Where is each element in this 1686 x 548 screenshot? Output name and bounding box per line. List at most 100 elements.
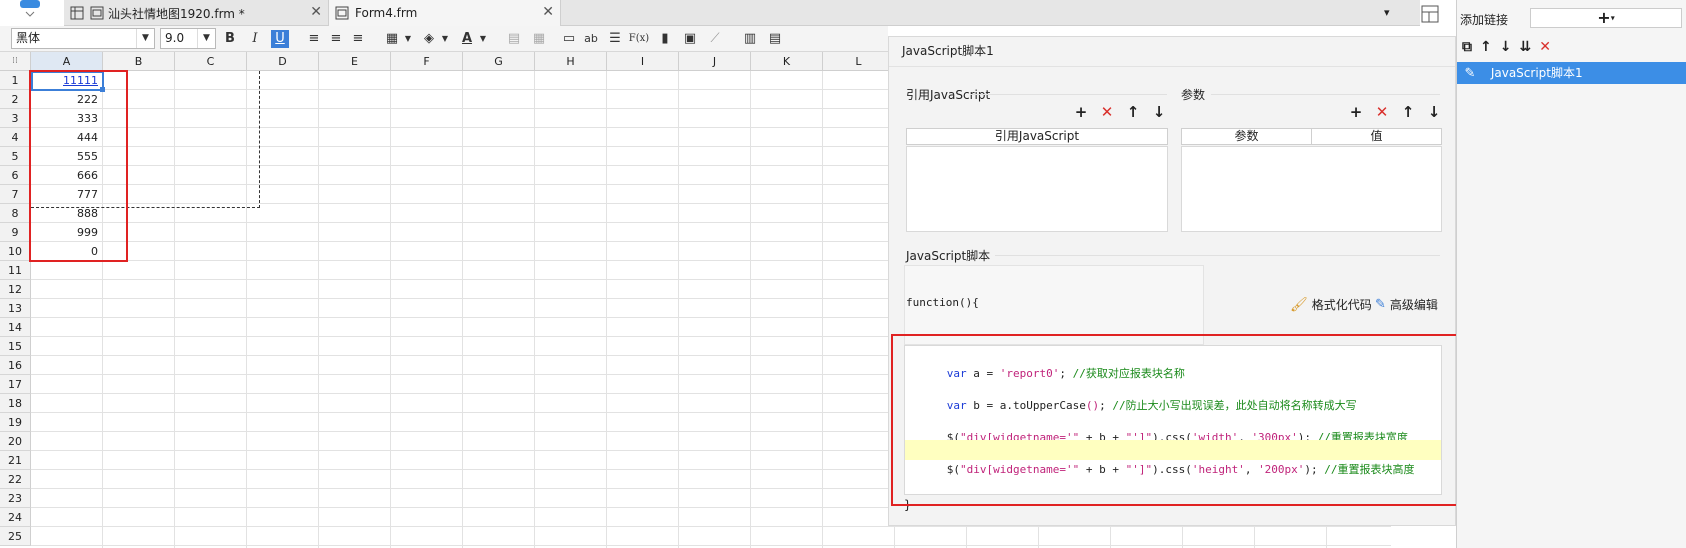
column-header[interactable]: B bbox=[103, 52, 175, 71]
image-icon[interactable]: ▣ bbox=[681, 30, 699, 48]
row-header[interactable]: 15 bbox=[0, 337, 31, 356]
chart-icon[interactable]: ▮ bbox=[656, 30, 674, 48]
row-header[interactable]: 13 bbox=[0, 299, 31, 318]
chevron-down-icon[interactable]: ▼ bbox=[436, 30, 454, 48]
row-header[interactable]: 8 bbox=[0, 204, 31, 223]
arrow-down-icon[interactable]: ↓ bbox=[1426, 103, 1442, 121]
brush-icon: 🖌 bbox=[1290, 296, 1308, 313]
row-header[interactable]: 7 bbox=[0, 185, 31, 204]
ref-js-column-header[interactable]: 引用JavaScript bbox=[906, 128, 1168, 145]
row-header[interactable]: 12 bbox=[0, 280, 31, 299]
format-toolbar: 黑体 ▼ 9.0 ▼ B I U ≡ ≡ ≡ ▦ ▼ ◈ ▼ A ▼ ▤ ▦ ▭ a… bbox=[0, 26, 888, 52]
arrow-up-icon[interactable]: ↑ bbox=[1400, 103, 1416, 121]
merge-cells-icon[interactable]: ▤ bbox=[505, 30, 523, 48]
report-block-boundary bbox=[259, 71, 260, 208]
formula-button[interactable]: F(x) bbox=[628, 30, 650, 48]
row-header[interactable]: 24 bbox=[0, 508, 31, 527]
advanced-edit-button[interactable]: ✎ 高级编辑 bbox=[1375, 296, 1438, 313]
add-link-button[interactable]: +▾ bbox=[1530, 8, 1682, 28]
row-header[interactable]: 18 bbox=[0, 394, 31, 413]
row-header[interactable]: 22 bbox=[0, 470, 31, 489]
align-center-icon[interactable]: ≡ bbox=[327, 30, 345, 48]
arrow-up-icon[interactable]: ↑ bbox=[1480, 39, 1492, 55]
italic-button[interactable]: I bbox=[246, 30, 264, 48]
align-left-icon[interactable]: ≡ bbox=[305, 30, 323, 48]
form-icon bbox=[90, 6, 104, 20]
row-header[interactable]: 9 bbox=[0, 223, 31, 242]
ref-js-actions: + ✕ ↑ ↓ bbox=[1073, 103, 1167, 121]
tab-overflow-icon[interactable]: ▾ bbox=[1384, 6, 1390, 19]
layout-icon[interactable] bbox=[1420, 4, 1440, 24]
ref-js-list[interactable] bbox=[906, 146, 1168, 232]
move-bottom-icon[interactable]: ⇊ bbox=[1519, 39, 1531, 55]
designer-window: 汕头社情地图1920.frm * ✕ Form4.frm ✕ ▾ 黑体 ▼ 9.0… bbox=[0, 0, 1686, 548]
add-link-label: 添加链接 bbox=[1460, 13, 1509, 27]
delete-icon[interactable]: ✕ bbox=[1539, 39, 1551, 55]
close-icon[interactable]: ✕ bbox=[542, 4, 554, 20]
copy-icon[interactable]: ⧉ bbox=[1462, 39, 1472, 55]
tab-shantou-map[interactable]: 汕头社情地图1920.frm * ✕ bbox=[64, 0, 329, 26]
row-header[interactable]: 20 bbox=[0, 432, 31, 451]
annotation-rect bbox=[29, 70, 128, 262]
slash-icon[interactable]: ⟋ bbox=[706, 30, 724, 48]
list-icon[interactable]: ▤ bbox=[766, 30, 784, 48]
arrow-down-icon[interactable]: ↓ bbox=[1500, 39, 1512, 55]
font-family-select[interactable]: 黑体 ▼ bbox=[11, 28, 155, 49]
row-header[interactable]: 6 bbox=[0, 166, 31, 185]
text-ab-button[interactable]: ab bbox=[582, 30, 600, 48]
column-header[interactable]: F bbox=[391, 52, 463, 71]
row-header[interactable]: 1 bbox=[0, 71, 31, 90]
row-header[interactable]: 3 bbox=[0, 109, 31, 128]
column-header[interactable]: K bbox=[751, 52, 823, 71]
row-header[interactable]: 2 bbox=[0, 90, 31, 109]
column-header[interactable]: L bbox=[823, 52, 895, 71]
column-header[interactable]: H bbox=[535, 52, 607, 71]
column-header[interactable]: C bbox=[175, 52, 247, 71]
add-icon[interactable]: + bbox=[1073, 103, 1089, 121]
js-script-section-label: JavaScript脚本 bbox=[906, 249, 991, 263]
row-header[interactable]: 4 bbox=[0, 128, 31, 147]
column-header[interactable]: D bbox=[247, 52, 319, 71]
row-header[interactable]: 25 bbox=[0, 527, 31, 546]
row-header[interactable]: 21 bbox=[0, 451, 31, 470]
chevron-down-icon: ▼ bbox=[136, 29, 154, 48]
row-header[interactable]: 19 bbox=[0, 413, 31, 432]
delete-icon[interactable]: ✕ bbox=[1099, 103, 1115, 121]
column-header[interactable]: I bbox=[607, 52, 679, 71]
panel-icon[interactable]: ▥ bbox=[741, 30, 759, 48]
param-list[interactable] bbox=[1181, 146, 1442, 232]
align-right-icon[interactable]: ≡ bbox=[349, 30, 367, 48]
close-icon[interactable]: ✕ bbox=[310, 4, 322, 20]
column-header[interactable]: J bbox=[679, 52, 751, 71]
column-header[interactable]: E bbox=[319, 52, 391, 71]
row-header[interactable]: 17 bbox=[0, 375, 31, 394]
param-value-column-header[interactable]: 值 bbox=[1311, 128, 1442, 145]
row-header[interactable]: 14 bbox=[0, 318, 31, 337]
chevron-down-icon[interactable]: ▼ bbox=[474, 30, 492, 48]
paragraph-icon[interactable]: ☰ bbox=[606, 30, 624, 48]
corner-cell[interactable]: ⁞⁞ bbox=[0, 52, 31, 71]
format-code-button[interactable]: 🖌 格式化代码 bbox=[1290, 296, 1372, 313]
tab-bar: 汕头社情地图1920.frm * ✕ Form4.frm ✕ ▾ bbox=[64, 0, 1420, 26]
column-header[interactable]: G bbox=[463, 52, 535, 71]
split-cells-icon[interactable]: ▦ bbox=[530, 30, 548, 48]
arrow-up-icon[interactable]: ↑ bbox=[1125, 103, 1141, 121]
bold-button[interactable]: B bbox=[221, 30, 239, 48]
add-icon[interactable]: + bbox=[1348, 103, 1364, 121]
font-size-select[interactable]: 9.0 ▼ bbox=[160, 28, 216, 49]
delete-icon[interactable]: ✕ bbox=[1374, 103, 1390, 121]
link-list-item[interactable]: ✎ JavaScript脚本1 bbox=[1457, 62, 1686, 84]
param-name-column-header[interactable]: 参数 bbox=[1181, 128, 1312, 145]
textbox-icon[interactable]: ▭ bbox=[560, 30, 578, 48]
row-header[interactable]: 11 bbox=[0, 261, 31, 280]
underline-button[interactable]: U bbox=[271, 30, 289, 48]
chevron-down-icon[interactable]: ▼ bbox=[399, 30, 417, 48]
row-header[interactable]: 16 bbox=[0, 356, 31, 375]
row-header[interactable]: 5 bbox=[0, 147, 31, 166]
column-header[interactable]: A bbox=[31, 52, 103, 71]
tab-form4[interactable]: Form4.frm ✕ bbox=[329, 0, 561, 26]
row-header[interactable]: 23 bbox=[0, 489, 31, 508]
arrow-down-icon[interactable]: ↓ bbox=[1151, 103, 1167, 121]
app-menu-icon[interactable] bbox=[18, 0, 42, 20]
row-header[interactable]: 10 bbox=[0, 242, 31, 261]
